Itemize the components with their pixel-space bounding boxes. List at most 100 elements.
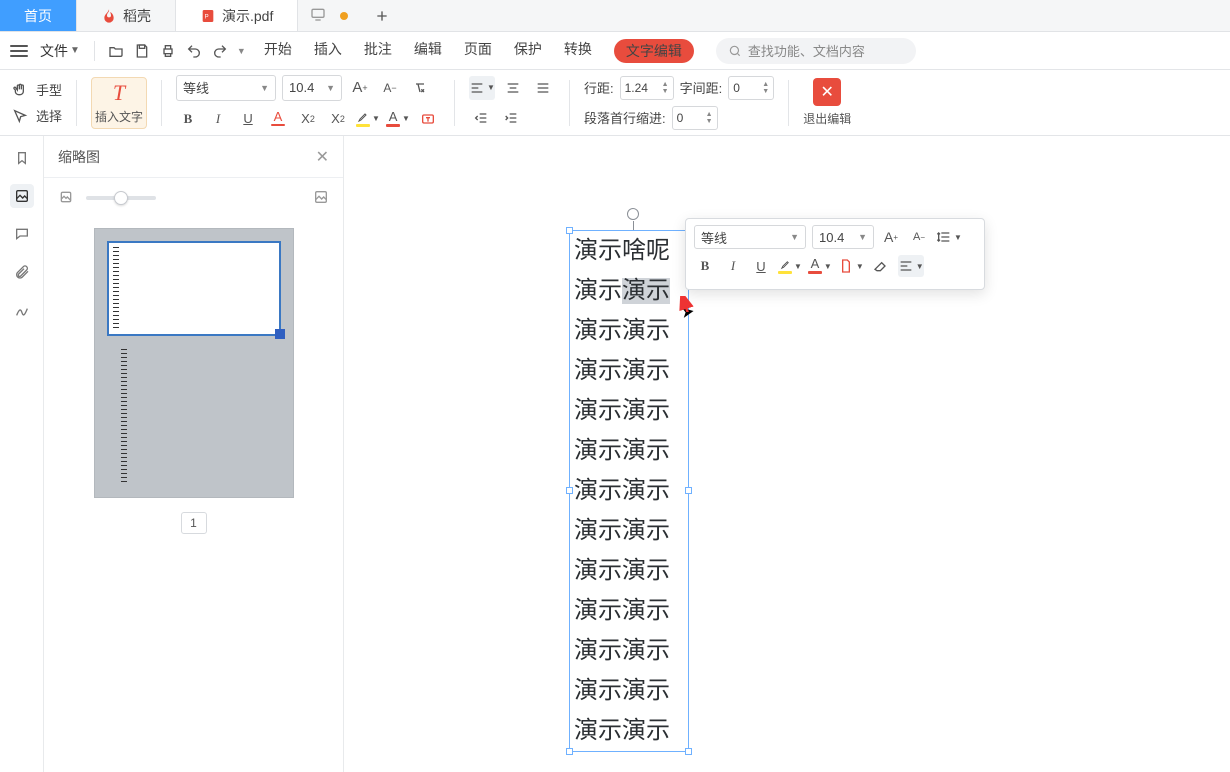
float-font-name-combo[interactable]: 等线 ▼: [694, 225, 806, 249]
spinner-arrows-icon[interactable]: ▲▼: [762, 81, 769, 95]
char-spacing-input[interactable]: 0 ▲▼: [728, 76, 774, 100]
text-frame[interactable]: 演示啥呢演示演示演示演示演示演示演示演示演示演示演示演示演示演示演示演示演示演示…: [569, 230, 689, 752]
float-font-size-combo[interactable]: 10.4 ▼: [812, 225, 874, 249]
attachment-icon[interactable]: [10, 260, 34, 284]
float-line-spacing-icon[interactable]: ▼: [936, 226, 962, 248]
subscript-icon[interactable]: X2: [326, 107, 350, 131]
increase-font-icon[interactable]: A+: [348, 76, 372, 100]
tab-document[interactable]: P 演示.pdf: [176, 0, 298, 31]
text-line[interactable]: 演示演示: [570, 311, 688, 351]
select-tool-label[interactable]: 选择: [36, 106, 62, 125]
text-line[interactable]: 演示演示: [570, 431, 688, 471]
strikethrough-icon[interactable]: A: [266, 107, 290, 131]
align-left-icon[interactable]: ▼: [469, 76, 495, 100]
tab-home[interactable]: 首页: [0, 0, 77, 31]
float-align-icon[interactable]: ▼: [898, 255, 924, 277]
line-spacing-input[interactable]: 1.24 ▲▼: [620, 76, 674, 100]
float-bold-icon[interactable]: B: [694, 255, 716, 277]
menu-page[interactable]: 页面: [464, 39, 492, 63]
tab-templates[interactable]: 稻壳: [77, 0, 176, 31]
comment-icon[interactable]: [10, 222, 34, 246]
text-line[interactable]: 演示演示: [570, 591, 688, 631]
new-tab-button[interactable]: [360, 0, 404, 31]
undo-icon[interactable]: [183, 40, 205, 62]
close-icon[interactable]: ✕: [316, 147, 329, 167]
text-line[interactable]: 演示演示: [570, 391, 688, 431]
float-italic-icon[interactable]: I: [722, 255, 744, 277]
menu-protect[interactable]: 保护: [514, 39, 542, 63]
fill-sign-icon[interactable]: [10, 298, 34, 322]
text-line[interactable]: 演示啥呢: [570, 231, 688, 271]
decrease-indent-icon[interactable]: [469, 106, 493, 130]
float-bgcolor-icon[interactable]: ▼: [838, 255, 864, 277]
selected-text: 演示: [622, 278, 670, 304]
menu-insert[interactable]: 插入: [314, 39, 342, 63]
hamburger-icon[interactable]: [10, 45, 28, 57]
save-icon[interactable]: [131, 40, 153, 62]
align-justify-icon[interactable]: [531, 76, 555, 100]
underline-icon[interactable]: U: [236, 107, 260, 131]
spinner-arrows-icon[interactable]: ▲▼: [662, 81, 669, 95]
superscript-icon[interactable]: X2: [296, 107, 320, 131]
search-input[interactable]: 查找功能、文档内容: [716, 38, 916, 64]
thumb-zoom-slider[interactable]: [86, 196, 156, 200]
text-line[interactable]: 演示演示: [570, 551, 688, 591]
italic-icon[interactable]: I: [206, 107, 230, 131]
text-line[interactable]: 演示演示: [570, 471, 688, 511]
tab-document-label: 演示.pdf: [222, 6, 273, 26]
redo-icon[interactable]: [209, 40, 231, 62]
print-icon[interactable]: [157, 40, 179, 62]
font-name-combo[interactable]: 等线 ▼: [176, 75, 276, 101]
text-line[interactable]: 演示演示: [570, 351, 688, 391]
file-menu-button[interactable]: 文件 ▼: [36, 41, 84, 61]
float-font-color-icon[interactable]: A ▼: [808, 255, 832, 277]
first-indent-input[interactable]: 0 ▲▼: [672, 106, 718, 130]
text-line[interactable]: 演示演示: [570, 671, 688, 711]
hand-tool-label[interactable]: 手型: [36, 80, 62, 99]
text-box-icon[interactable]: [416, 107, 440, 131]
page-thumbnail[interactable]: [94, 228, 294, 498]
thumb-large-icon[interactable]: [313, 189, 329, 208]
spinner-arrows-icon[interactable]: ▲▼: [706, 111, 713, 125]
float-decrease-font-icon[interactable]: A−: [908, 226, 930, 248]
float-highlight-icon[interactable]: ▼: [778, 255, 802, 277]
increase-indent-icon[interactable]: [499, 106, 523, 130]
menu-convert[interactable]: 转换: [564, 39, 592, 63]
align-center-icon[interactable]: [501, 76, 525, 100]
cast-icon[interactable]: [310, 6, 326, 25]
text-line[interactable]: 演示演示: [570, 511, 688, 551]
decrease-font-icon[interactable]: A−: [378, 76, 402, 100]
open-icon[interactable]: [105, 40, 127, 62]
insert-text-button[interactable]: T 插入文字: [91, 77, 147, 129]
thumbnail-icon[interactable]: [10, 184, 34, 208]
font-size-combo[interactable]: 10.4 ▼: [282, 75, 342, 101]
text-line[interactable]: 演示演示: [570, 711, 688, 751]
highlight-color-icon[interactable]: ▼: [356, 107, 380, 131]
menu-edit[interactable]: 编辑: [414, 39, 442, 63]
float-increase-font-icon[interactable]: A+: [880, 226, 902, 248]
thumb-small-icon[interactable]: [58, 189, 74, 208]
rotate-handle-icon[interactable]: [627, 208, 639, 220]
resize-handle-icon[interactable]: [685, 487, 692, 494]
text-edit-mode-pill[interactable]: 文字编辑: [614, 39, 694, 63]
group-selection-tools: 手型 选择: [10, 80, 62, 126]
group-paragraph: ▼: [469, 76, 555, 130]
float-underline-icon[interactable]: U: [750, 255, 772, 277]
text-line[interactable]: 演示演示: [570, 271, 688, 311]
resize-handle-icon[interactable]: [566, 227, 573, 234]
caret-down-icon: ▼: [326, 83, 335, 93]
document-canvas[interactable]: 演示啥呢演示演示演示演示演示演示演示演示演示演示演示演示演示演示演示演示演示演示…: [344, 136, 1230, 772]
text-line[interactable]: 演示演示: [570, 631, 688, 671]
bold-icon[interactable]: B: [176, 107, 200, 131]
float-eraser-icon[interactable]: [870, 255, 892, 277]
exit-edit-button[interactable]: ✕ 退出编辑: [803, 78, 851, 127]
menu-annot[interactable]: 批注: [364, 39, 392, 63]
resize-handle-icon[interactable]: [566, 748, 573, 755]
resize-handle-icon[interactable]: [566, 487, 573, 494]
clear-format-icon[interactable]: [408, 76, 432, 100]
menu-start[interactable]: 开始: [264, 39, 292, 63]
bookmark-icon[interactable]: [10, 146, 34, 170]
quickbar-more-icon[interactable]: ▼: [237, 46, 246, 56]
resize-handle-icon[interactable]: [685, 748, 692, 755]
font-color-icon[interactable]: A ▼: [386, 107, 410, 131]
